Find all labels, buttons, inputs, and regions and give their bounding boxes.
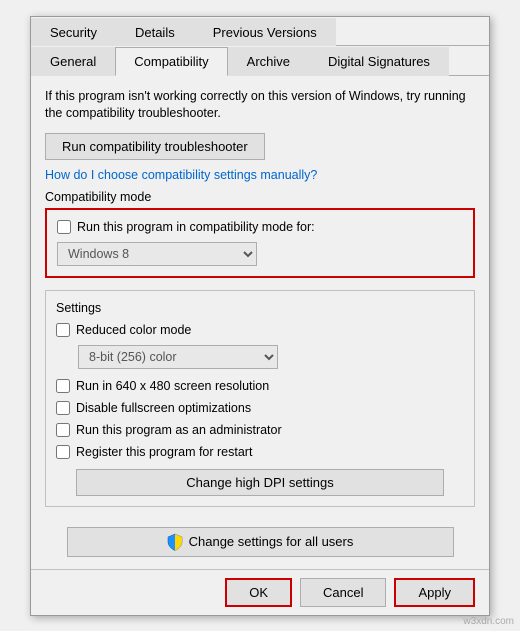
reduced-color-row: Reduced color mode [56,323,464,337]
compat-mode-dropdown[interactable]: Windows 8 Windows 7 Windows Vista Window… [57,242,257,266]
cancel-button[interactable]: Cancel [300,578,386,607]
properties-dialog: Security Details Previous Versions Gener… [30,16,490,616]
color-depth-dropdown[interactable]: 8-bit (256) color 16-bit color [78,345,278,369]
settings-title: Settings [56,301,464,315]
reduced-color-label: Reduced color mode [76,323,191,337]
tab-archive[interactable]: Archive [228,47,309,76]
ok-button[interactable]: OK [225,578,292,607]
bottom-bar: OK Cancel Apply [31,569,489,615]
tab-general[interactable]: General [31,47,115,76]
main-content: If this program isn't working correctly … [31,76,489,569]
tab-previous-versions[interactable]: Previous Versions [194,18,336,46]
screen-res-label: Run in 640 x 480 screen resolution [76,379,269,393]
tab-digital-signatures[interactable]: Digital Signatures [309,47,449,76]
tab-compatibility[interactable]: Compatibility [115,47,227,76]
compat-mode-label: Compatibility mode [45,190,475,204]
compat-mode-box: Run this program in compatibility mode f… [45,208,475,278]
description-text: If this program isn't working correctly … [45,88,475,123]
disable-fullscreen-row: Disable fullscreen optimizations [56,401,464,415]
tab-details[interactable]: Details [116,18,194,46]
tabs-row-2: General Compatibility Archive Digital Si… [31,46,489,76]
run-admin-row: Run this program as an administrator [56,423,464,437]
tab-security[interactable]: Security [31,18,116,46]
change-dpi-button[interactable]: Change high DPI settings [76,469,443,496]
screen-res-row: Run in 640 x 480 screen resolution [56,379,464,393]
run-admin-label: Run this program as an administrator [76,423,282,437]
watermark: w3xdn.com [463,616,514,627]
shield-icon [167,533,183,551]
register-restart-checkbox[interactable] [56,445,70,459]
disable-fullscreen-checkbox[interactable] [56,401,70,415]
register-restart-row: Register this program for restart [56,445,464,459]
change-users-label: Change settings for all users [189,534,354,549]
settings-box: Settings Reduced color mode 8-bit (256) … [45,290,475,507]
troubleshooter-button[interactable]: Run compatibility troubleshooter [45,133,265,160]
tabs-row-1: Security Details Previous Versions [31,17,489,46]
register-restart-label: Register this program for restart [76,445,252,459]
help-link[interactable]: How do I choose compatibility settings m… [45,168,475,182]
compat-checkbox-row: Run this program in compatibility mode f… [57,220,463,234]
compat-mode-checkbox-label: Run this program in compatibility mode f… [77,220,315,234]
compat-mode-checkbox[interactable] [57,220,71,234]
apply-button[interactable]: Apply [394,578,475,607]
disable-fullscreen-label: Disable fullscreen optimizations [76,401,251,415]
screen-res-checkbox[interactable] [56,379,70,393]
run-admin-checkbox[interactable] [56,423,70,437]
change-users-button[interactable]: Change settings for all users [67,527,454,557]
reduced-color-checkbox[interactable] [56,323,70,337]
